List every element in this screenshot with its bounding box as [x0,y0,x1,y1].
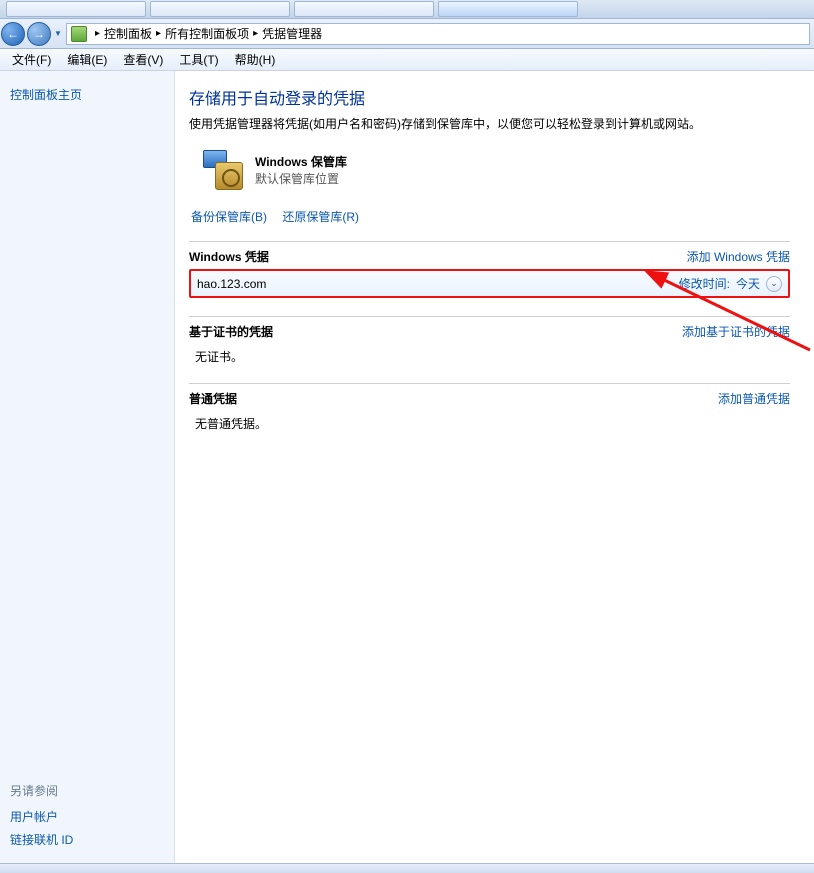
sidebar-home-link[interactable]: 控制面板主页 [10,83,164,106]
breadcrumb-sep: ▸ [253,28,258,39]
address-bar[interactable]: ▸ 控制面板 ▸ 所有控制面板项 ▸ 凭据管理器 [66,23,810,45]
add-windows-credential-link[interactable]: 添加 Windows 凭据 [687,248,790,265]
taskbar [0,0,814,19]
generic-empty-text: 无普通凭据。 [189,409,790,432]
arrow-left-icon: ← [7,27,19,41]
menu-tools[interactable]: 工具(T) [171,49,226,70]
vault-icon [203,150,243,190]
credential-meta-value: 今天 [736,275,760,292]
page-title: 存储用于自动登录的凭据 [189,85,790,109]
sidebar: 控制面板主页 另请参阅 用户帐户 链接联机 ID [0,71,175,863]
taskbar-tab[interactable] [6,1,146,17]
section-generic-credentials: 普通凭据 添加普通凭据 无普通凭据。 [189,383,790,432]
chevron-down-icon: ⌄ [770,278,778,289]
section-cert-credentials: 基于证书的凭据 添加基于证书的凭据 无证书。 [189,316,790,365]
vault-row: Windows 保管库 默认保管库位置 [203,150,790,190]
main-area: 控制面板主页 另请参阅 用户帐户 链接联机 ID 存储用于自动登录的凭据 使用凭… [0,71,814,863]
control-panel-icon [71,26,87,42]
nav-forward-button[interactable]: → [27,22,51,46]
sidebar-link-user-accounts[interactable]: 用户帐户 [10,805,164,828]
nav-back-button[interactable]: ← [1,22,25,46]
cert-empty-text: 无证书。 [189,342,790,365]
nav-history-dropdown[interactable]: ▼ [52,22,64,46]
navbar: ← → ▼ ▸ 控制面板 ▸ 所有控制面板项 ▸ 凭据管理器 [0,19,814,49]
sidebar-see-also: 另请参阅 用户帐户 链接联机 ID [10,782,164,851]
restore-vault-link[interactable]: 还原保管库(R) [282,210,359,224]
chevron-down-icon: ▼ [54,29,62,38]
sidebar-link-link-online-id[interactable]: 链接联机 ID [10,828,164,851]
breadcrumb-sep: ▸ [95,28,100,39]
menubar: 文件(F) 编辑(E) 查看(V) 工具(T) 帮助(H) [0,49,814,71]
credential-row[interactable]: hao.123.com 修改时间: 今天 ⌄ [189,269,790,298]
vault-subtitle: 默认保管库位置 [255,170,347,187]
credential-meta: 修改时间: 今天 ⌄ [679,275,782,292]
expand-credential-button[interactable]: ⌄ [766,276,782,292]
breadcrumb-item[interactable]: 所有控制面板项 [165,25,249,42]
footer-bar [0,863,814,873]
taskbar-tab[interactable] [150,1,290,17]
taskbar-tab[interactable] [294,1,434,17]
breadcrumb-item[interactable]: 凭据管理器 [262,25,322,42]
breadcrumb-item[interactable]: 控制面板 [104,25,152,42]
add-cert-credential-link[interactable]: 添加基于证书的凭据 [682,323,790,340]
breadcrumb-sep: ▸ [156,28,161,39]
sidebar-see-also-heading: 另请参阅 [10,782,164,799]
menu-file[interactable]: 文件(F) [4,49,59,70]
content: 存储用于自动登录的凭据 使用凭据管理器将凭据(如用户名和密码)存储到保管库中，以… [175,71,814,863]
vault-title: Windows 保管库 [255,153,347,170]
menu-help[interactable]: 帮助(H) [227,49,284,70]
vault-actions: 备份保管库(B) 还原保管库(R) [191,208,790,225]
arrow-right-icon: → [33,27,45,41]
credential-name: hao.123.com [197,277,266,291]
backup-vault-link[interactable]: 备份保管库(B) [191,210,267,224]
vault-caption: Windows 保管库 默认保管库位置 [255,153,347,187]
menu-edit[interactable]: 编辑(E) [59,49,115,70]
taskbar-tab-active[interactable] [438,1,578,17]
add-generic-credential-link[interactable]: 添加普通凭据 [718,390,790,407]
menu-view[interactable]: 查看(V) [115,49,171,70]
section-title-generic: 普通凭据 [189,390,237,407]
section-title-cert: 基于证书的凭据 [189,323,273,340]
section-title-windows: Windows 凭据 [189,248,269,265]
page-description: 使用凭据管理器将凭据(如用户名和密码)存储到保管库中，以便您可以轻松登录到计算机… [189,115,790,132]
credential-meta-label: 修改时间: [679,275,730,292]
section-windows-credentials: Windows 凭据 添加 Windows 凭据 hao.123.com 修改时… [189,241,790,298]
